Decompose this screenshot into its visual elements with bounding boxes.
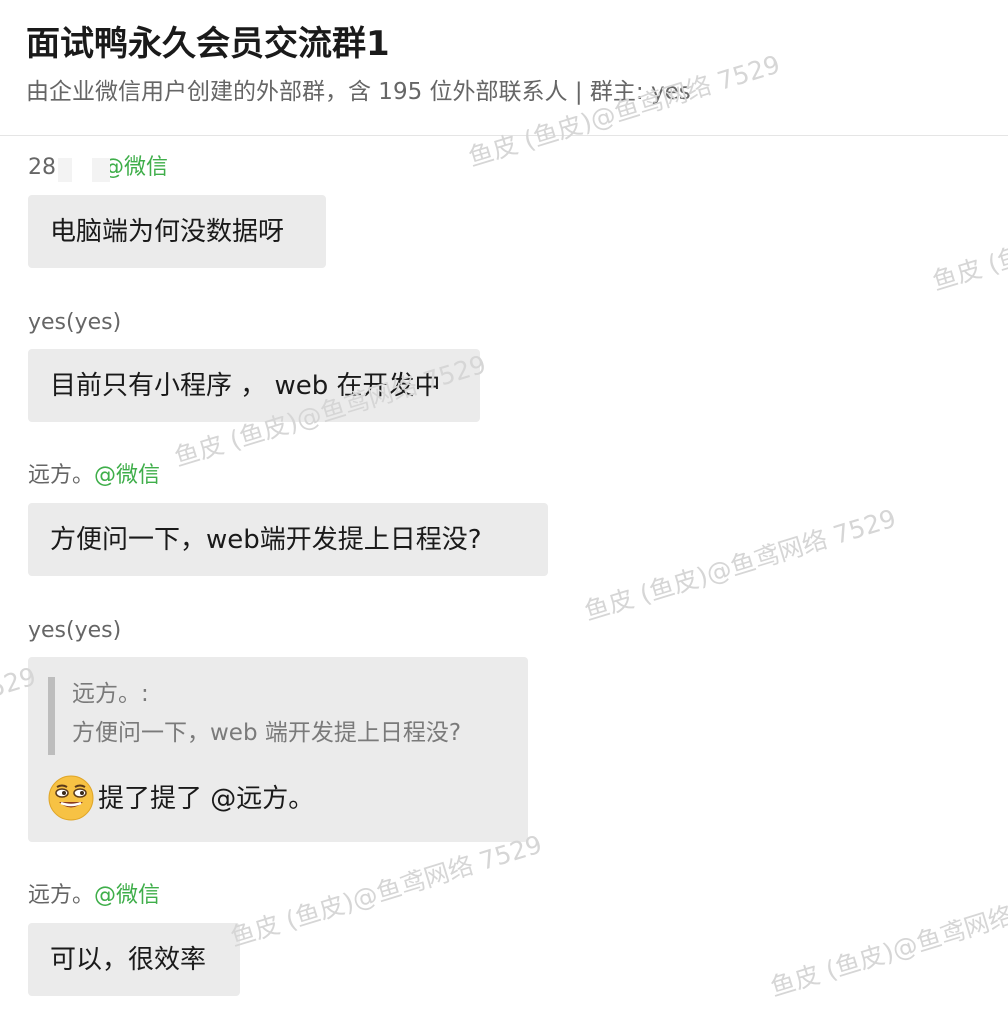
message-bubble[interactable]: 目前只有小程序 ， web 在开发中 [28, 349, 480, 422]
quote-author: 远方。: [72, 681, 149, 707]
sender-name: yes(yes) [28, 310, 122, 335]
watermark: 鱼皮 (鱼皮)@鱼鸢网络 7529 [226, 829, 546, 953]
message-text: 电脑端为何没数据呀 [50, 216, 285, 247]
message-bubble[interactable]: 可以，很效率 [28, 923, 240, 996]
message-sender[interactable]: yes(yes) [28, 308, 121, 338]
sender-source: @微信 [94, 883, 161, 908]
reply-message-bubble[interactable]: 远方。: 方便问一下，web 端开发提上日程没? 提了提了 @远方。 [28, 657, 528, 842]
message-bubble[interactable]: 电脑端为何没数据呀 [28, 195, 326, 268]
message-sender[interactable]: yes(yes) [28, 616, 121, 646]
sender-name: 远方。 [28, 463, 95, 488]
message-sender[interactable]: 远方。@微信 [28, 461, 160, 491]
message-text: 目前只有小程序 ， web 在开发中 [50, 370, 441, 401]
group-title: 面试鸭永久会员交流群1 [26, 24, 390, 64]
chat-window: 面试鸭永久会员交流群1 由企业微信用户创建的外部群，含 195 位外部联系人 |… [0, 0, 1008, 1016]
group-subtitle: 由企业微信用户创建的外部群，含 195 位外部联系人 | 群主: yes [26, 79, 691, 105]
sender-source: @微信 [102, 155, 169, 180]
grinning-face-emoji [48, 775, 94, 821]
message-text: 可以，很效率 [50, 944, 207, 975]
chat-header: 面试鸭永久会员交流群1 由企业微信用户创建的外部群，含 195 位外部联系人 |… [0, 0, 1008, 136]
quote-bar [48, 677, 55, 755]
message-bubble[interactable]: 方便问一下，web端开发提上日程没? [28, 503, 548, 576]
message-text: 提了提了 @远方。 [98, 784, 315, 814]
message-text: 方便问一下，web端开发提上日程没? [50, 524, 482, 555]
message-sender[interactable]: 远方。@微信 [28, 881, 160, 911]
sender-name: 28 [28, 155, 56, 180]
quote-text: 方便问一下，web 端开发提上日程没? [72, 720, 462, 746]
redacted-name-mask [92, 158, 110, 182]
sender-name: yes(yes) [28, 618, 122, 643]
watermark: 鱼皮 (鱼皮)@鱼鸢网络 7529 [580, 503, 900, 627]
watermark: 鱼皮 (鱼皮)@鱼鸢网络 7529 [928, 174, 1008, 297]
watermark: 鱼皮 (鱼皮)@鱼鸢网络 7529 [766, 880, 1008, 1003]
redacted-name-mask [58, 158, 72, 182]
sender-source: @微信 [94, 463, 161, 488]
sender-name: 远方。 [28, 883, 95, 908]
